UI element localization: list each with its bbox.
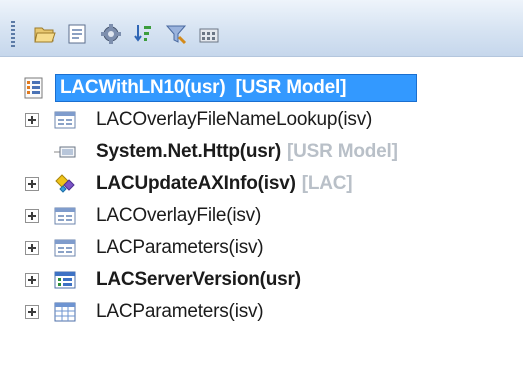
tree-node-label[interactable]: LACParameters(isv) — [96, 299, 264, 325]
tree-node[interactable]: LACOverlayFileNameLookup(isv) — [0, 104, 523, 136]
node-name: LACWithLN10(usr) — [60, 77, 226, 98]
tree-view[interactable]: LACWithLN10(usr) [USR Model] LACOverlayFi… — [0, 58, 523, 376]
form-icon — [54, 237, 76, 259]
list-icon — [23, 77, 45, 99]
tree-node-label[interactable]: LACWithLN10(usr) [USR Model] — [60, 75, 346, 101]
expand-icon[interactable] — [25, 305, 39, 319]
node-name: System.Net.Http(usr) — [96, 141, 281, 162]
tree-node[interactable]: LACUpdateAXInfo(isv) [LAC] — [0, 168, 523, 200]
enum-icon — [54, 269, 76, 291]
model-tag: [LAC] — [301, 173, 353, 194]
tree-node-label[interactable]: LACOverlayFile(isv) — [96, 203, 261, 229]
form-icon — [54, 109, 76, 131]
tree-node-label[interactable]: LACServerVersion(usr) — [96, 267, 301, 293]
toolbar — [0, 0, 523, 57]
node-name: LACUpdateAXInfo(isv) — [96, 173, 296, 194]
folder-open-icon[interactable] — [34, 23, 56, 45]
tree-node-label[interactable]: LACParameters(isv) — [96, 235, 264, 261]
expand-icon[interactable] — [25, 273, 39, 287]
tree-node[interactable]: LACWithLN10(usr) [USR Model] — [0, 72, 523, 104]
expand-icon[interactable] — [25, 113, 39, 127]
tree-node[interactable]: LACServerVersion(usr) — [0, 264, 523, 296]
reference-icon — [54, 141, 76, 163]
expand-icon[interactable] — [25, 177, 39, 191]
form-icon — [54, 205, 76, 227]
expand-icon[interactable] — [25, 241, 39, 255]
tree-node[interactable]: LACOverlayFile(isv) — [0, 200, 523, 232]
toolbar-grip[interactable] — [11, 21, 15, 47]
tree-node-label[interactable]: LACUpdateAXInfo(isv) [LAC] — [96, 171, 353, 197]
settings-icon[interactable] — [100, 23, 122, 45]
model-tag: [USR Model] — [235, 77, 347, 98]
calculator-icon[interactable] — [198, 23, 220, 45]
sort-icon[interactable] — [132, 23, 154, 45]
tree-node[interactable]: System.Net.Http(usr) [USR Model] — [0, 136, 523, 168]
tree-node-label[interactable]: System.Net.Http(usr) [USR Model] — [96, 139, 398, 165]
model-tag: [USR Model] — [286, 141, 398, 162]
document-icon[interactable] — [66, 23, 88, 45]
tree-node[interactable]: LACParameters(isv) — [0, 232, 523, 264]
tree-node[interactable]: LACParameters(isv) — [0, 296, 523, 328]
tree-node-label[interactable]: LACOverlayFileNameLookup(isv) — [96, 107, 372, 133]
class-icon — [54, 173, 76, 195]
expand-icon[interactable] — [25, 209, 39, 223]
filter-icon[interactable] — [165, 23, 187, 45]
table-icon — [54, 301, 76, 323]
